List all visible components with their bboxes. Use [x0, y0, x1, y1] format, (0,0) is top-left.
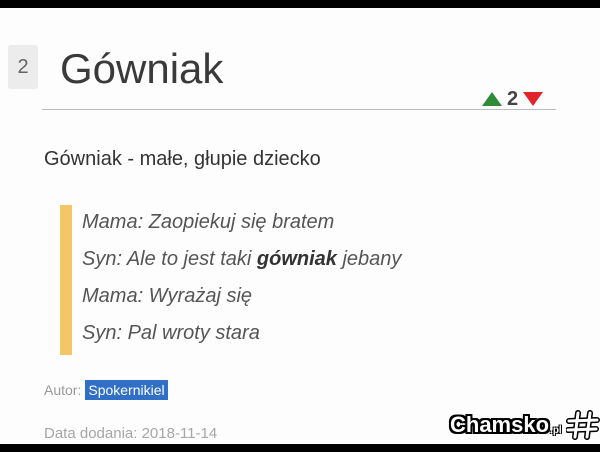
author-label: Autor: — [44, 382, 82, 398]
example-line: Mama: Zaopiekuj się bratem — [82, 211, 335, 233]
watermark-text: Chamsko — [450, 412, 550, 437]
example-line: Syn: Pal wroty stara — [82, 322, 260, 344]
example-quote: Mama: Zaopiekuj się bratem Syn: Ale to j… — [60, 205, 530, 355]
vote-controls: 2 — [482, 87, 544, 110]
downvote-icon[interactable] — [523, 92, 544, 106]
quote-accent-bar — [60, 205, 72, 355]
rank-badge: 2 — [8, 45, 38, 89]
date-added: Data dodania: 2018-11-14 — [44, 425, 218, 442]
hash-icon — [565, 410, 600, 440]
entry-title[interactable]: Gówniak — [60, 46, 223, 92]
watermark-suffix: .pl — [550, 424, 562, 436]
example-line: Mama: Wyrażaj się — [82, 285, 253, 307]
site-watermark: Chamsko .pl — [450, 410, 600, 440]
example-line: Syn: Ale to jest taki gówniak jebany — [82, 248, 402, 270]
entry-card: 2 Gówniak 2 Gówniak - małe, głupie dziec… — [0, 8, 600, 444]
definition-text: Gówniak - małe, głupie dziecko — [44, 148, 321, 170]
highlighted-term: gówniak — [256, 248, 337, 270]
author-link[interactable]: Spokernikiel — [85, 380, 168, 400]
upvote-icon[interactable] — [482, 92, 502, 106]
author-row: Autor: Spokernikiel — [44, 380, 168, 400]
vote-count: 2 — [507, 87, 519, 110]
title-divider — [42, 109, 556, 110]
